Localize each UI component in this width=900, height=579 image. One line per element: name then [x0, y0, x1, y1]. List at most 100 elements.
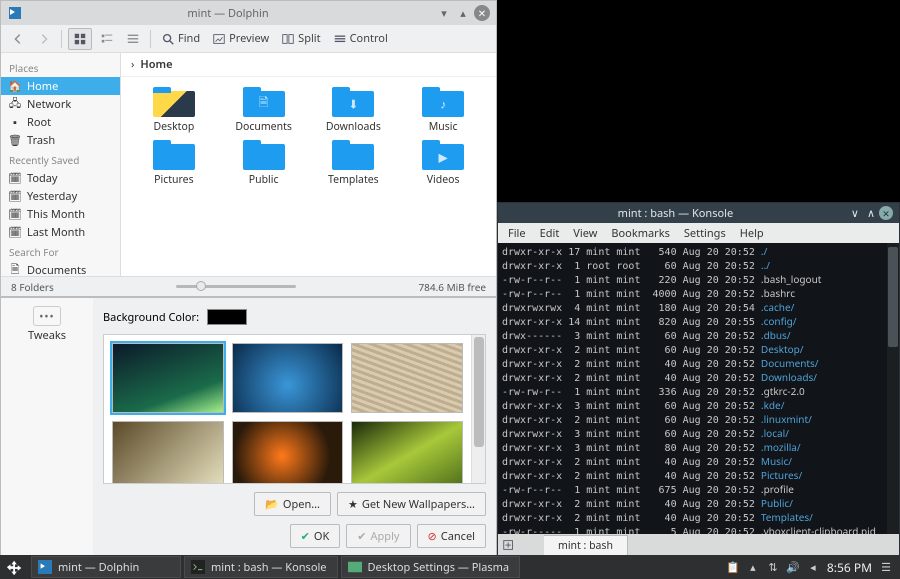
konsole-titlebar[interactable]: mint : bash — Konsole ∨ ∧ ✕ — [498, 203, 899, 223]
sidebar-item-tweaks[interactable]: ••• Tweaks — [28, 306, 66, 343]
folder-icon — [243, 140, 285, 170]
wallpaper-thumb[interactable] — [112, 421, 224, 484]
cancel-icon: ⊘ — [428, 529, 437, 544]
tab-label: mint : bash — [558, 539, 613, 553]
sidebar-item-network[interactable]: 🖧Network — [1, 95, 120, 113]
bgcolor-swatch[interactable] — [207, 309, 247, 325]
sidebar-item-documents[interactable]: 🗎Documents — [1, 261, 120, 276]
sidebar-item-yesterday[interactable]: 🗓Yesterday — [1, 187, 120, 205]
open-label: Open… — [283, 497, 320, 512]
back-button[interactable] — [7, 28, 29, 50]
get-new-button[interactable]: ★Get New Wallpapers… — [337, 492, 486, 516]
folder-pictures[interactable]: Pictures — [134, 140, 214, 187]
bgcolor-label: Background Color: — [103, 310, 199, 325]
folder-downloads[interactable]: ⬇Downloads — [313, 87, 393, 134]
wallpaper-thumb[interactable] — [232, 343, 344, 413]
sidebar-item-label: Today — [27, 171, 58, 186]
view-details-button[interactable] — [122, 28, 144, 50]
tweaks-label: Tweaks — [28, 328, 66, 343]
folder-desktop[interactable]: Desktop — [134, 87, 214, 134]
🗓-icon: 🗓 — [9, 208, 21, 220]
cancel-button[interactable]: ⊘ Cancel — [417, 524, 486, 548]
menu-view[interactable]: View — [573, 226, 597, 241]
sidebar-item-label: Home — [27, 79, 58, 94]
view-compact-button[interactable] — [96, 28, 118, 50]
folder-templates[interactable]: Templates — [313, 140, 393, 187]
🖧-icon: 🖧 — [9, 98, 21, 110]
control-label: Control — [350, 31, 388, 46]
close-icon[interactable]: ✕ — [879, 206, 893, 220]
ok-button[interactable]: ✔OK — [290, 524, 341, 548]
wallpaper-thumb[interactable] — [232, 421, 344, 484]
star-icon: ★ — [348, 497, 358, 512]
scrollbar[interactable] — [887, 243, 899, 534]
terminal-icon — [191, 560, 205, 574]
minimize-icon[interactable]: ∨ — [851, 206, 859, 221]
settings-sidebar: ••• Tweaks — [1, 298, 93, 556]
network-icon[interactable]: ⇅ — [767, 561, 779, 573]
wallpaper-thumb[interactable] — [351, 343, 463, 413]
new-tab-button[interactable] — [498, 534, 520, 556]
task-dolphin[interactable]: mint — Dolphin — [31, 556, 181, 578]
breadcrumb-home[interactable]: Home — [140, 57, 172, 72]
desktop-settings-window: ••• Tweaks Background Color: 📂Open… — [0, 297, 497, 557]
apply-button[interactable]: ✔Apply — [346, 524, 410, 548]
separator — [150, 30, 151, 48]
dolphin-window: mint — Dolphin ▾ ▴ ✕ Find Preview Split … — [0, 0, 497, 297]
cancel-label: Cancel — [441, 529, 475, 544]
folder-documents[interactable]: 🗎Documents — [224, 87, 304, 134]
open-button[interactable]: 📂Open… — [254, 492, 331, 516]
zoom-slider[interactable] — [54, 285, 419, 288]
sidebar-item-last-month[interactable]: 🗓Last Month — [1, 223, 120, 241]
sidebar-item-trash[interactable]: 🗑Trash — [1, 131, 120, 149]
dolphin-titlebar[interactable]: mint — Dolphin ▾ ▴ ✕ — [1, 1, 496, 25]
clock[interactable]: 8:56 PM — [827, 559, 872, 576]
task-settings[interactable]: Desktop Settings — Plasma — [341, 556, 521, 578]
folder-count: 8 Folders — [11, 280, 54, 294]
recent-section-label: Recently Saved — [1, 149, 120, 169]
tray-arrow-icon[interactable]: ▴ — [747, 561, 759, 573]
system-tray: 📋 ▴ ⇅ 🔊 ◂ 8:56 PM ☰ — [719, 559, 900, 576]
sidebar-item-label: This Month — [27, 207, 85, 222]
minimize-icon[interactable]: ▾ — [436, 5, 452, 21]
konsole-tab[interactable]: mint : bash — [544, 535, 628, 555]
preview-button[interactable]: Preview — [208, 28, 273, 50]
task-konsole[interactable]: mint : bash — Konsole — [184, 556, 338, 578]
forward-button[interactable] — [33, 28, 55, 50]
sidebar-item-home[interactable]: 🏠Home — [1, 77, 120, 95]
show-desktop-icon[interactable]: ☰ — [880, 561, 892, 573]
clipboard-icon[interactable]: 📋 — [727, 561, 739, 573]
sidebar-item-root[interactable]: ▪Root — [1, 113, 120, 131]
wallpaper-thumb[interactable] — [112, 343, 224, 413]
menu-help[interactable]: Help — [740, 226, 764, 241]
view-icons-button[interactable] — [68, 28, 92, 50]
sidebar-item-this-month[interactable]: 🗓 This Month — [1, 205, 120, 223]
preview-label: Preview — [229, 31, 269, 46]
control-button[interactable]: Control — [329, 28, 392, 50]
find-label: Find — [178, 31, 200, 46]
folder-videos[interactable]: ▶Videos — [403, 140, 483, 187]
breadcrumb[interactable]: › Home — [121, 53, 496, 77]
wallpaper-list — [103, 334, 486, 484]
maximize-icon[interactable]: ∧ — [867, 206, 875, 221]
scrollbar[interactable] — [471, 335, 485, 483]
menu-file[interactable]: File — [508, 226, 526, 241]
folder-music[interactable]: ♪Music — [403, 87, 483, 134]
maximize-icon[interactable]: ▴ — [455, 5, 471, 21]
menu-bookmarks[interactable]: Bookmarks — [611, 226, 669, 241]
dolphin-statusbar: 8 Folders 784.6 MiB free — [1, 276, 496, 296]
terminal-output[interactable]: drwxr-xr-x 17 mint mint 540 Aug 20 20:52… — [498, 243, 899, 534]
ok-label: OK — [314, 529, 329, 544]
find-button[interactable]: Find — [157, 28, 204, 50]
close-icon[interactable]: ✕ — [474, 5, 490, 21]
split-button[interactable]: Split — [277, 28, 324, 50]
volume-icon[interactable]: 🔊 — [787, 561, 799, 573]
menu-settings[interactable]: Settings — [684, 226, 726, 241]
task-label: mint — Dolphin — [58, 560, 139, 575]
menu-edit[interactable]: Edit — [540, 226, 560, 241]
folder-public[interactable]: Public — [224, 140, 304, 187]
wallpaper-thumb[interactable] — [351, 421, 463, 484]
dolphin-title: mint — Dolphin — [23, 6, 433, 21]
sidebar-item-today[interactable]: 🗓Today — [1, 169, 120, 187]
start-button[interactable] — [0, 555, 28, 579]
